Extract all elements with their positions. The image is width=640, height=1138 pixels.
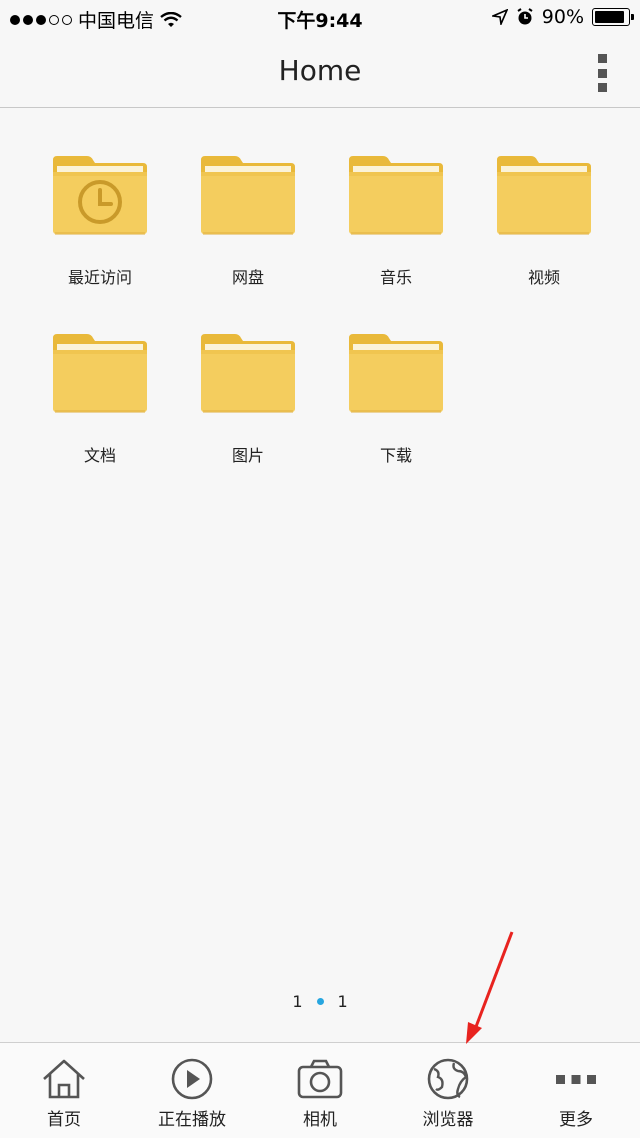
page-total: 1 [337, 992, 348, 1011]
tab-home[interactable]: 首页 [0, 1043, 128, 1138]
alarm-icon [517, 8, 533, 25]
folder-tile[interactable]: 视频 [470, 150, 618, 287]
page-current: 1 [292, 992, 303, 1011]
tab-bar: 首页 正在播放 相机 浏览器 更多 [0, 1042, 640, 1138]
tab-camera-label: 相机 [303, 1110, 337, 1130]
camera-icon [297, 1059, 343, 1099]
folder-icon [201, 156, 295, 235]
page-indicator: 1 1 [0, 992, 640, 1011]
home-icon [43, 1059, 85, 1099]
tab-more-label: 更多 [559, 1110, 593, 1130]
folder-tile[interactable]: 最近访问 [26, 150, 174, 287]
status-right: 90% [491, 6, 634, 28]
folder-label: 音乐 [379, 268, 412, 287]
tab-home-label: 首页 [47, 1110, 81, 1130]
folder-icon [201, 334, 295, 413]
clock-folder-icon [53, 156, 147, 235]
folder-grid: 最近访问 网盘 音乐 视频文档 图片 下载 [26, 150, 618, 465]
battery-icon [592, 8, 634, 26]
tab-more[interactable]: 更多 [512, 1043, 640, 1138]
folder-label: 下载 [379, 446, 412, 465]
folder-tile[interactable]: 下载 [322, 328, 470, 465]
status-bar: 中国电信 下午9:44 90% [0, 0, 640, 36]
folder-label: 图片 [231, 446, 264, 465]
folder-icon [349, 334, 443, 413]
folder-label: 网盘 [231, 268, 264, 287]
globe-icon [427, 1058, 469, 1100]
folder-label: 文档 [83, 446, 116, 465]
folder-icon [349, 156, 443, 235]
battery-percent: 90% [541, 6, 584, 28]
kebab-menu-button[interactable] [592, 54, 612, 92]
folder-label: 最近访问 [67, 268, 132, 287]
tab-now-playing-label: 正在播放 [158, 1110, 226, 1130]
folder-tile[interactable]: 图片 [174, 328, 322, 465]
navigation-bar: Home [0, 36, 640, 108]
page-title: Home [278, 54, 362, 87]
tab-now-playing[interactable]: 正在播放 [128, 1043, 256, 1138]
tab-browser[interactable]: 浏览器 [384, 1043, 512, 1138]
folder-tile[interactable]: 音乐 [322, 150, 470, 287]
folder-tile[interactable]: 文档 [26, 328, 174, 465]
folder-tile[interactable]: 网盘 [174, 150, 322, 287]
page-dot [316, 998, 324, 1005]
folder-icon [497, 156, 591, 235]
folder-label: 视频 [527, 268, 560, 287]
folder-icon [53, 334, 147, 413]
annotation-arrow-icon [466, 931, 514, 1044]
more-icon [556, 1075, 596, 1084]
play-icon [171, 1058, 213, 1100]
tab-browser-label: 浏览器 [422, 1110, 474, 1130]
tab-camera[interactable]: 相机 [256, 1043, 384, 1138]
location-arrow-icon [491, 9, 508, 25]
